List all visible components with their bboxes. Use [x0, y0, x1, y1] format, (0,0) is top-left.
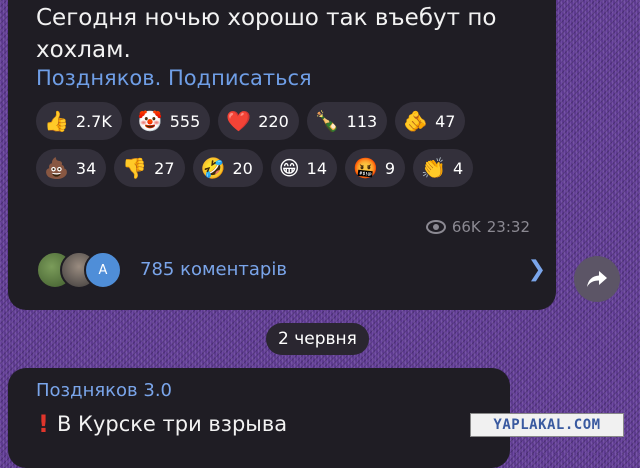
reaction-chip[interactable]: 💩 34 [36, 149, 107, 187]
reaction-count: 14 [306, 158, 328, 178]
reactions-row: 👍 2.7K 🤡 555 ❤️ 220 🍾 113 🫵 47 [36, 102, 556, 140]
reaction-chip[interactable]: 🍾 113 [306, 102, 388, 140]
post-text-line: хохлам. [36, 37, 131, 63]
reaction-chip[interactable]: ❤️ 220 [218, 102, 299, 140]
avatar: A [84, 251, 122, 289]
comments-button[interactable]: A 785 коментарів ❯ [36, 242, 556, 296]
reaction-count: 2.7K [75, 111, 112, 131]
reaction-count: 555 [169, 111, 201, 131]
post-text: Сегодня ночью хорошо так въебут по хохла… [36, 2, 496, 66]
reaction-count: 113 [346, 111, 378, 131]
watermark: YAPLAKAL.COM [470, 413, 624, 437]
clown-icon: 🤡 [137, 109, 163, 133]
clapping-icon: 👏 [421, 156, 447, 180]
channel-post: Сегодня ночью хорошо так въебут по хохла… [8, 0, 556, 310]
reaction-count: 27 [154, 158, 175, 178]
date-separator: 2 червня [266, 323, 369, 355]
post-author[interactable]: Поздняков 3.0 [36, 380, 172, 401]
exclamation-icon: ! [38, 410, 49, 438]
reaction-chip[interactable]: 😁 14 [270, 149, 338, 187]
chevron-right-icon: ❯ [527, 257, 546, 282]
eye-icon [425, 220, 446, 234]
reaction-count: 9 [384, 158, 396, 178]
post-text: ! В Курске три взрыва [38, 410, 287, 438]
post-text-content: В Курске три взрыва [56, 412, 288, 436]
reaction-chip[interactable]: 👏 4 [413, 149, 474, 187]
poop-icon: 💩 [44, 156, 69, 180]
rofl-icon: 🤣 [200, 156, 226, 180]
cursing-face-icon: 🤬 [353, 156, 378, 180]
post-meta: 66K 23:32 [425, 218, 530, 236]
reaction-chip[interactable]: 🤬 9 [345, 149, 406, 187]
share-button[interactable] [574, 256, 620, 302]
comments-count-label: 785 коментарів [140, 258, 287, 280]
heart-icon: ❤️ [226, 109, 252, 133]
reaction-count: 47 [435, 111, 456, 131]
reaction-chip[interactable]: 🤡 555 [129, 102, 211, 140]
reactions-bar: 👍 2.7K 🤡 555 ❤️ 220 🍾 113 🫵 47 💩 34 👎 27 🤣 20 😁 14 🤬 9 👏 4 [36, 102, 556, 196]
reaction-chip[interactable]: 🤣 20 [192, 149, 263, 187]
reaction-count: 220 [258, 111, 289, 131]
subscribe-link[interactable]: Поздняков. Подписаться [36, 66, 312, 90]
channel-post: Поздняков 3.0 ! В Курске три взрыва [8, 368, 510, 468]
grin-icon: 😁 [278, 156, 300, 180]
commenter-avatars: A [36, 251, 126, 289]
thumbs-up-icon: 👍 [44, 109, 69, 133]
pointing-hand-icon: 🫵 [403, 109, 429, 133]
thumbs-down-icon: 👎 [122, 156, 148, 180]
reaction-count: 34 [75, 158, 97, 178]
view-count: 66K [451, 218, 481, 236]
share-arrow-icon [587, 271, 607, 287]
reaction-count: 20 [232, 158, 253, 178]
post-time: 23:32 [486, 218, 530, 236]
champagne-icon: 🍾 [314, 109, 340, 133]
reactions-row: 💩 34 👎 27 🤣 20 😁 14 🤬 9 👏 4 [36, 149, 556, 187]
reaction-count: 4 [453, 158, 464, 178]
reaction-chip[interactable]: 👍 2.7K [36, 102, 122, 140]
reaction-chip[interactable]: 🫵 47 [395, 102, 466, 140]
post-text-line: Сегодня ночью хорошо так въебут по [36, 5, 497, 31]
reaction-chip[interactable]: 👎 27 [114, 149, 185, 187]
